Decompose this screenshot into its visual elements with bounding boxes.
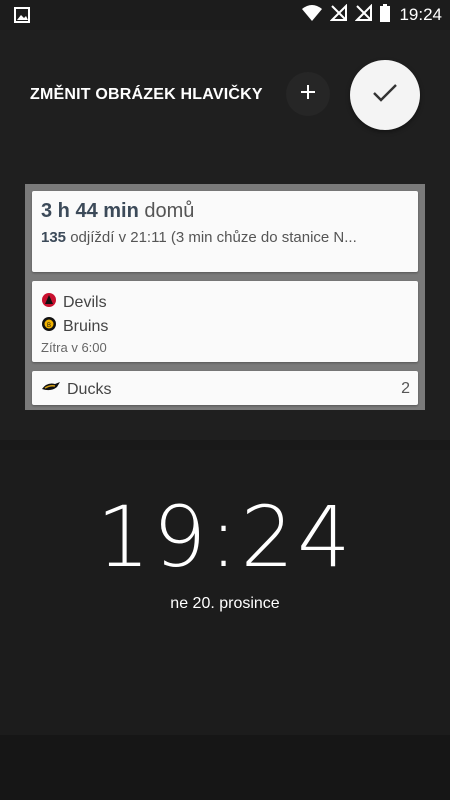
commute-destination: domů	[144, 200, 195, 222]
score-team-name: Ducks	[67, 380, 112, 398]
section-divider	[0, 440, 450, 450]
bruins-logo-icon: B	[41, 316, 57, 337]
now-widget[interactable]: 3 h 44 min domů 135 odjíždí v 21:11 (3 m…	[25, 184, 425, 410]
ducks-logo-icon	[41, 380, 61, 399]
commute-duration: 3 h 44 min	[41, 200, 139, 222]
departure-text: odjíždí v 21:11 (3 min chůze do stanice …	[70, 229, 357, 246]
wifi-icon	[301, 4, 323, 26]
devils-logo-icon	[41, 292, 57, 313]
battery-icon	[380, 3, 391, 27]
lockscreen-date: ne 20. prosince	[170, 595, 280, 612]
confirm-button[interactable]	[350, 60, 420, 130]
check-icon	[372, 83, 398, 108]
status-time: 19:24	[399, 5, 442, 24]
signal-off-icon	[355, 3, 373, 27]
svg-text:B: B	[47, 323, 51, 329]
image-notification-icon	[14, 7, 30, 28]
signal-off-icon	[330, 3, 348, 27]
team-a-name: Devils	[63, 293, 107, 311]
header-editor: ZMĚNIT OBRÁZEK HLAVIČKY 3 h 44 min domů …	[0, 30, 450, 440]
score-card[interactable]: Ducks 2	[32, 371, 418, 405]
plus-icon	[299, 83, 317, 106]
team-b-name: Bruins	[63, 317, 109, 335]
status-bar: 19:24	[0, 0, 450, 30]
change-header-image-button[interactable]: ZMĚNIT OBRÁZEK HLAVIČKY	[30, 86, 263, 104]
game-time: Zítra v 6:00	[41, 340, 107, 355]
commute-card[interactable]: 3 h 44 min domů 135 odjíždí v 21:11 (3 m…	[32, 191, 418, 272]
lockscreen-clock: 19:24	[96, 488, 354, 586]
add-button[interactable]	[286, 72, 330, 116]
score-count: 2	[401, 380, 410, 397]
transit-line-number: 135	[41, 229, 67, 246]
bottom-bar	[0, 735, 450, 800]
game-card[interactable]: Devils B Bruins Zítra v 6:00	[32, 281, 418, 362]
